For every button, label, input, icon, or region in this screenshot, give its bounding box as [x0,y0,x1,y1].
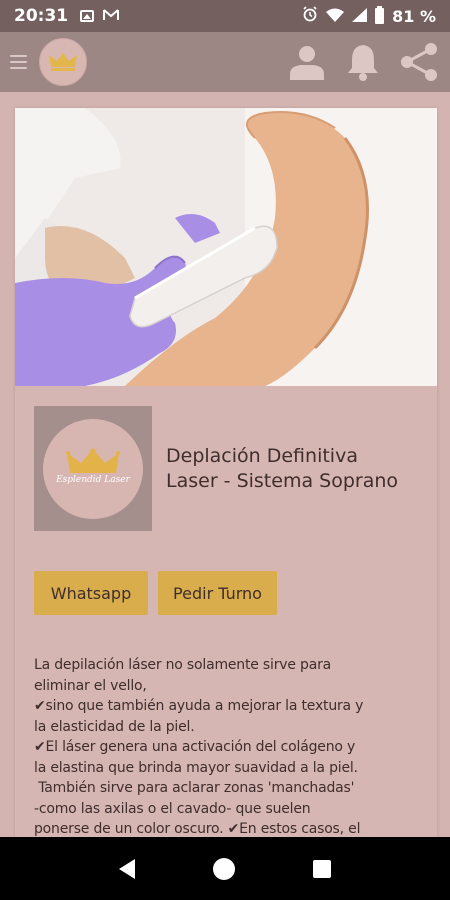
status-bar: 20:31 81 % [0,0,450,32]
bell-icon [348,45,378,81]
whatsapp-button[interactable]: Whatsapp [34,571,148,615]
profile-button[interactable] [284,39,330,85]
crown-icon [49,53,77,71]
service-title-line1: Deplación Definitiva [166,444,358,467]
share-button[interactable] [396,39,442,85]
notifications-button[interactable] [340,39,386,85]
system-nav-bar [0,837,450,900]
service-header: Esplendid Laser Deplación Definitiva Las… [34,406,437,531]
status-time: 20:31 [14,6,69,26]
brand-logo[interactable] [39,38,87,86]
content-scroll[interactable]: Esplendid Laser Deplación Definitiva Las… [0,92,450,837]
logo-badge: Esplendid Laser [43,418,143,519]
recent-apps-icon[interactable] [313,859,331,878]
toolbar-actions [284,39,442,85]
notification-icons [80,8,120,24]
image-notification-icon [80,10,95,22]
pedir-turno-button[interactable]: Pedir Turno [158,571,277,615]
service-card: Esplendid Laser Deplación Definitiva Las… [15,108,437,837]
battery-icon [375,6,385,24]
service-title: Deplación Definitiva Laser - Sistema Sop… [166,444,398,494]
logo-text: Esplendid Laser [56,474,130,485]
battery-percent: 81 % [392,6,436,26]
hero-image [15,108,437,386]
service-title-line2: Laser - Sistema Soprano [166,469,398,492]
back-icon[interactable] [119,858,135,879]
service-description: La depilación láser no solamente sirve p… [34,657,364,837]
person-icon [290,46,324,80]
menu-icon[interactable] [10,53,27,71]
service-logo: Esplendid Laser [34,406,152,531]
signal-icon [352,7,368,26]
gmail-notification-icon [103,8,120,24]
action-buttons: Whatsapp Pedir Turno [34,571,437,615]
status-right: 81 % [302,6,436,26]
home-icon[interactable] [213,857,235,880]
share-icon [401,43,437,81]
app-toolbar [0,32,450,92]
wifi-icon [326,7,345,26]
alarm-icon [302,6,318,26]
